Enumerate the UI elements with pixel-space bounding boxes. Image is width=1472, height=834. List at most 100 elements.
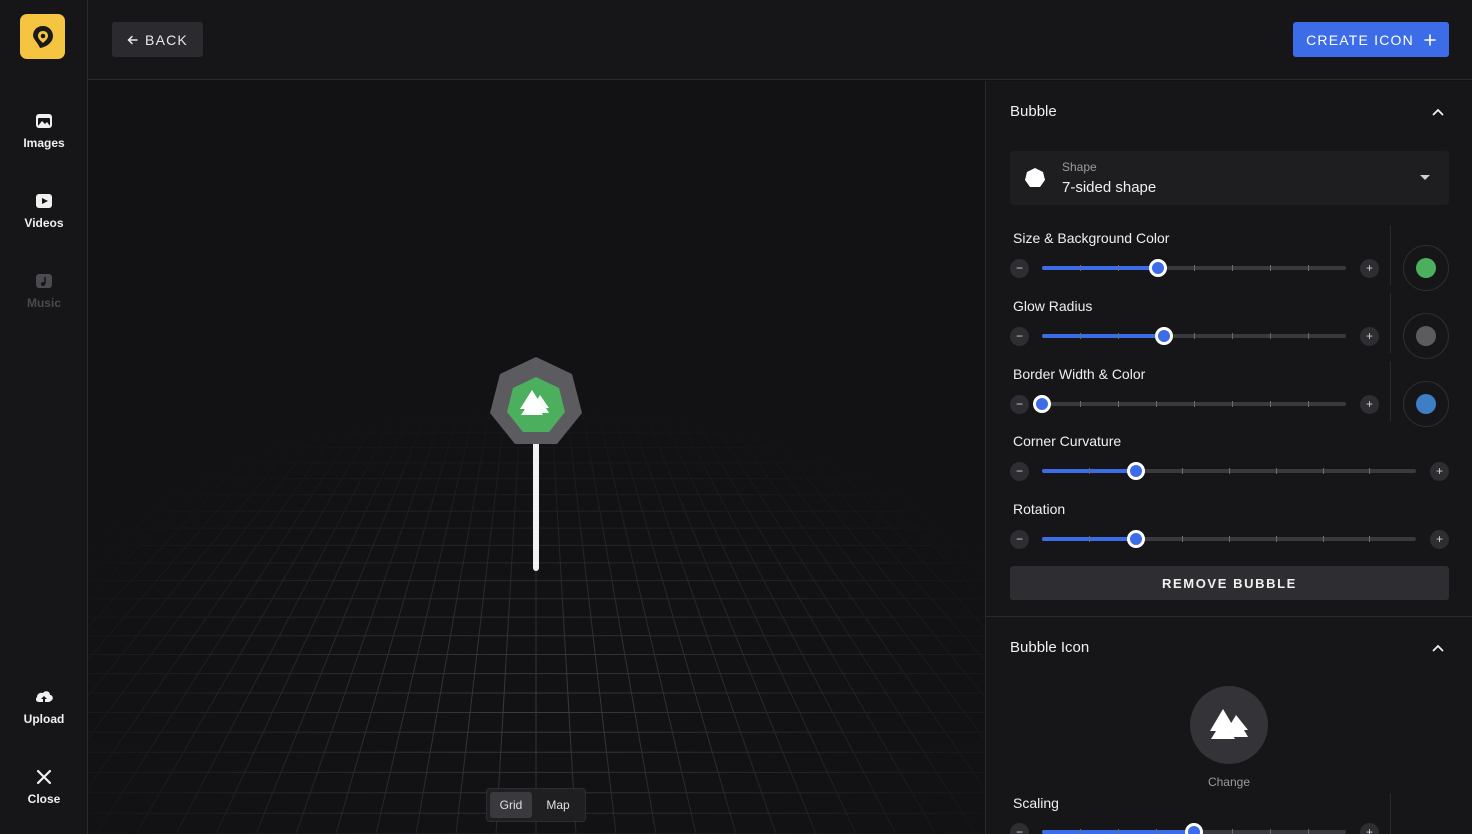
bubble-icon-section-title: Bubble Icon [1010,639,1090,656]
rail-videos[interactable]: Videos [0,190,88,230]
remove-bubble-button[interactable]: REMOVE BUBBLE [1010,566,1449,600]
border-width-color-slider[interactable] [1033,395,1346,413]
border-width-color-decrease-button[interactable]: − [1010,395,1029,414]
border-width-color-color-picker[interactable] [1403,381,1449,427]
slider-tick [1308,265,1309,271]
glow-radius-label: Glow Radius [1013,298,1093,314]
dropdown-caret-icon [1420,175,1430,180]
logo-icon [32,25,53,48]
slider-tick [1232,333,1233,339]
back-button-label: BACK [145,31,188,48]
size-bg-color-label: Size & Background Color [1013,230,1170,246]
slider-tick [1270,333,1271,339]
corner-curvature-slider[interactable] [1042,462,1416,480]
slider-tick [1080,333,1081,339]
glow-radius-slider-thumb[interactable] [1154,327,1173,345]
arrow-left-icon [127,35,138,44]
rail-music[interactable]: Music [0,270,88,310]
section-divider [986,616,1472,617]
slider-tick [1308,829,1309,834]
corner-curvature-increase-button[interactable]: + [1430,462,1449,481]
trees-icon [1210,709,1248,739]
slider-tick [1194,333,1195,339]
scaling-increase-button[interactable]: + [1360,823,1379,834]
glow-radius-slider[interactable] [1042,327,1346,345]
slider-tick [1322,468,1324,474]
create-icon-button[interactable]: CREATE ICON [1293,22,1449,57]
bubble-icon-picker[interactable] [1190,686,1268,764]
slider-tick [1270,401,1271,407]
change-icon-link[interactable]: Change [1190,775,1268,789]
border-width-color-slider-thumb[interactable] [1033,395,1051,413]
slider-tick [1118,265,1119,271]
size-bg-color-slider-thumb[interactable] [1148,259,1167,277]
chevron-up-icon[interactable] [1432,644,1444,652]
scaling-slider[interactable] [1042,823,1346,834]
rotation-decrease-button[interactable]: − [1010,530,1029,549]
slider-tick [1194,401,1195,407]
slider-tick [1275,468,1277,474]
back-button[interactable]: BACK [112,22,203,57]
rail-upload[interactable]: Upload [0,686,88,726]
size-bg-color-increase-button[interactable]: + [1360,259,1379,278]
slider-tick [1232,265,1233,271]
slider-tick [1182,468,1184,474]
shape-select[interactable]: Shape 7-sided shape [1010,151,1449,205]
rail-music-label: Music [26,296,61,310]
rotation-slider[interactable] [1042,530,1416,548]
slider-tick [1080,829,1081,834]
swatch-divider [1390,793,1391,834]
rail-close[interactable]: Close [0,766,88,806]
color-swatch [1416,394,1436,414]
glow-radius-color-picker[interactable] [1403,313,1449,359]
settings-panel: Bubble Shape 7-sided shape Size & Backgr… [985,81,1472,834]
size-bg-color-slider[interactable] [1042,259,1346,277]
corner-curvature-decrease-button[interactable]: − [1010,462,1029,481]
bubble-section-title: Bubble [1010,103,1057,120]
scaling-decrease-button[interactable]: − [1010,823,1029,834]
preview-canvas[interactable]: Grid Map [88,81,984,834]
rotation-slider-thumb[interactable] [1126,530,1145,548]
slider-tick [1232,401,1233,407]
slider-tick [1118,333,1119,339]
app-logo[interactable] [20,14,65,59]
slider-tick [1156,401,1157,407]
rail-close-label: Close [27,792,61,806]
slider-tick [1275,536,1277,542]
slider-tick [1308,333,1309,339]
corner-curvature-slider-thumb[interactable] [1126,462,1145,480]
size-bg-color-slider-fill [1042,266,1158,270]
slider-tick [1080,401,1081,407]
music-icon [36,274,52,288]
glow-radius-decrease-button[interactable]: − [1010,327,1029,346]
slider-tick [1322,536,1324,542]
size-bg-color-decrease-button[interactable]: − [1010,259,1029,278]
border-width-color-increase-button[interactable]: + [1360,395,1379,414]
slider-tick [1156,829,1157,834]
top-bar: BACK CREATE ICON [88,0,1472,80]
left-rail: Images Videos Music Upload Close [0,0,88,834]
slider-tick [1080,265,1081,271]
toggle-map[interactable]: Map [536,792,580,818]
rail-images[interactable]: Images [0,110,88,150]
rotation-increase-button[interactable]: + [1430,530,1449,549]
slider-tick [1308,401,1309,407]
cloud-upload-icon [35,691,53,703]
video-icon [36,194,52,208]
plus-icon [1424,33,1436,46]
size-bg-color-color-picker[interactable] [1403,245,1449,291]
bubble-preview [88,321,984,834]
corner-curvature-label: Corner Curvature [1013,433,1122,449]
rail-upload-label: Upload [23,712,65,726]
image-icon [36,114,52,128]
close-icon [36,769,52,785]
shape-select-value: 7-sided shape [1062,179,1157,196]
scaling-slider-thumb[interactable] [1185,823,1203,834]
slider-tick [1229,536,1230,542]
glow-radius-increase-button[interactable]: + [1360,327,1379,346]
glow-radius-slider-fill [1042,334,1164,338]
chevron-up-icon[interactable] [1432,108,1444,116]
swatch-divider [1390,225,1391,285]
toggle-grid[interactable]: Grid [490,792,532,818]
slider-tick [1369,536,1371,542]
